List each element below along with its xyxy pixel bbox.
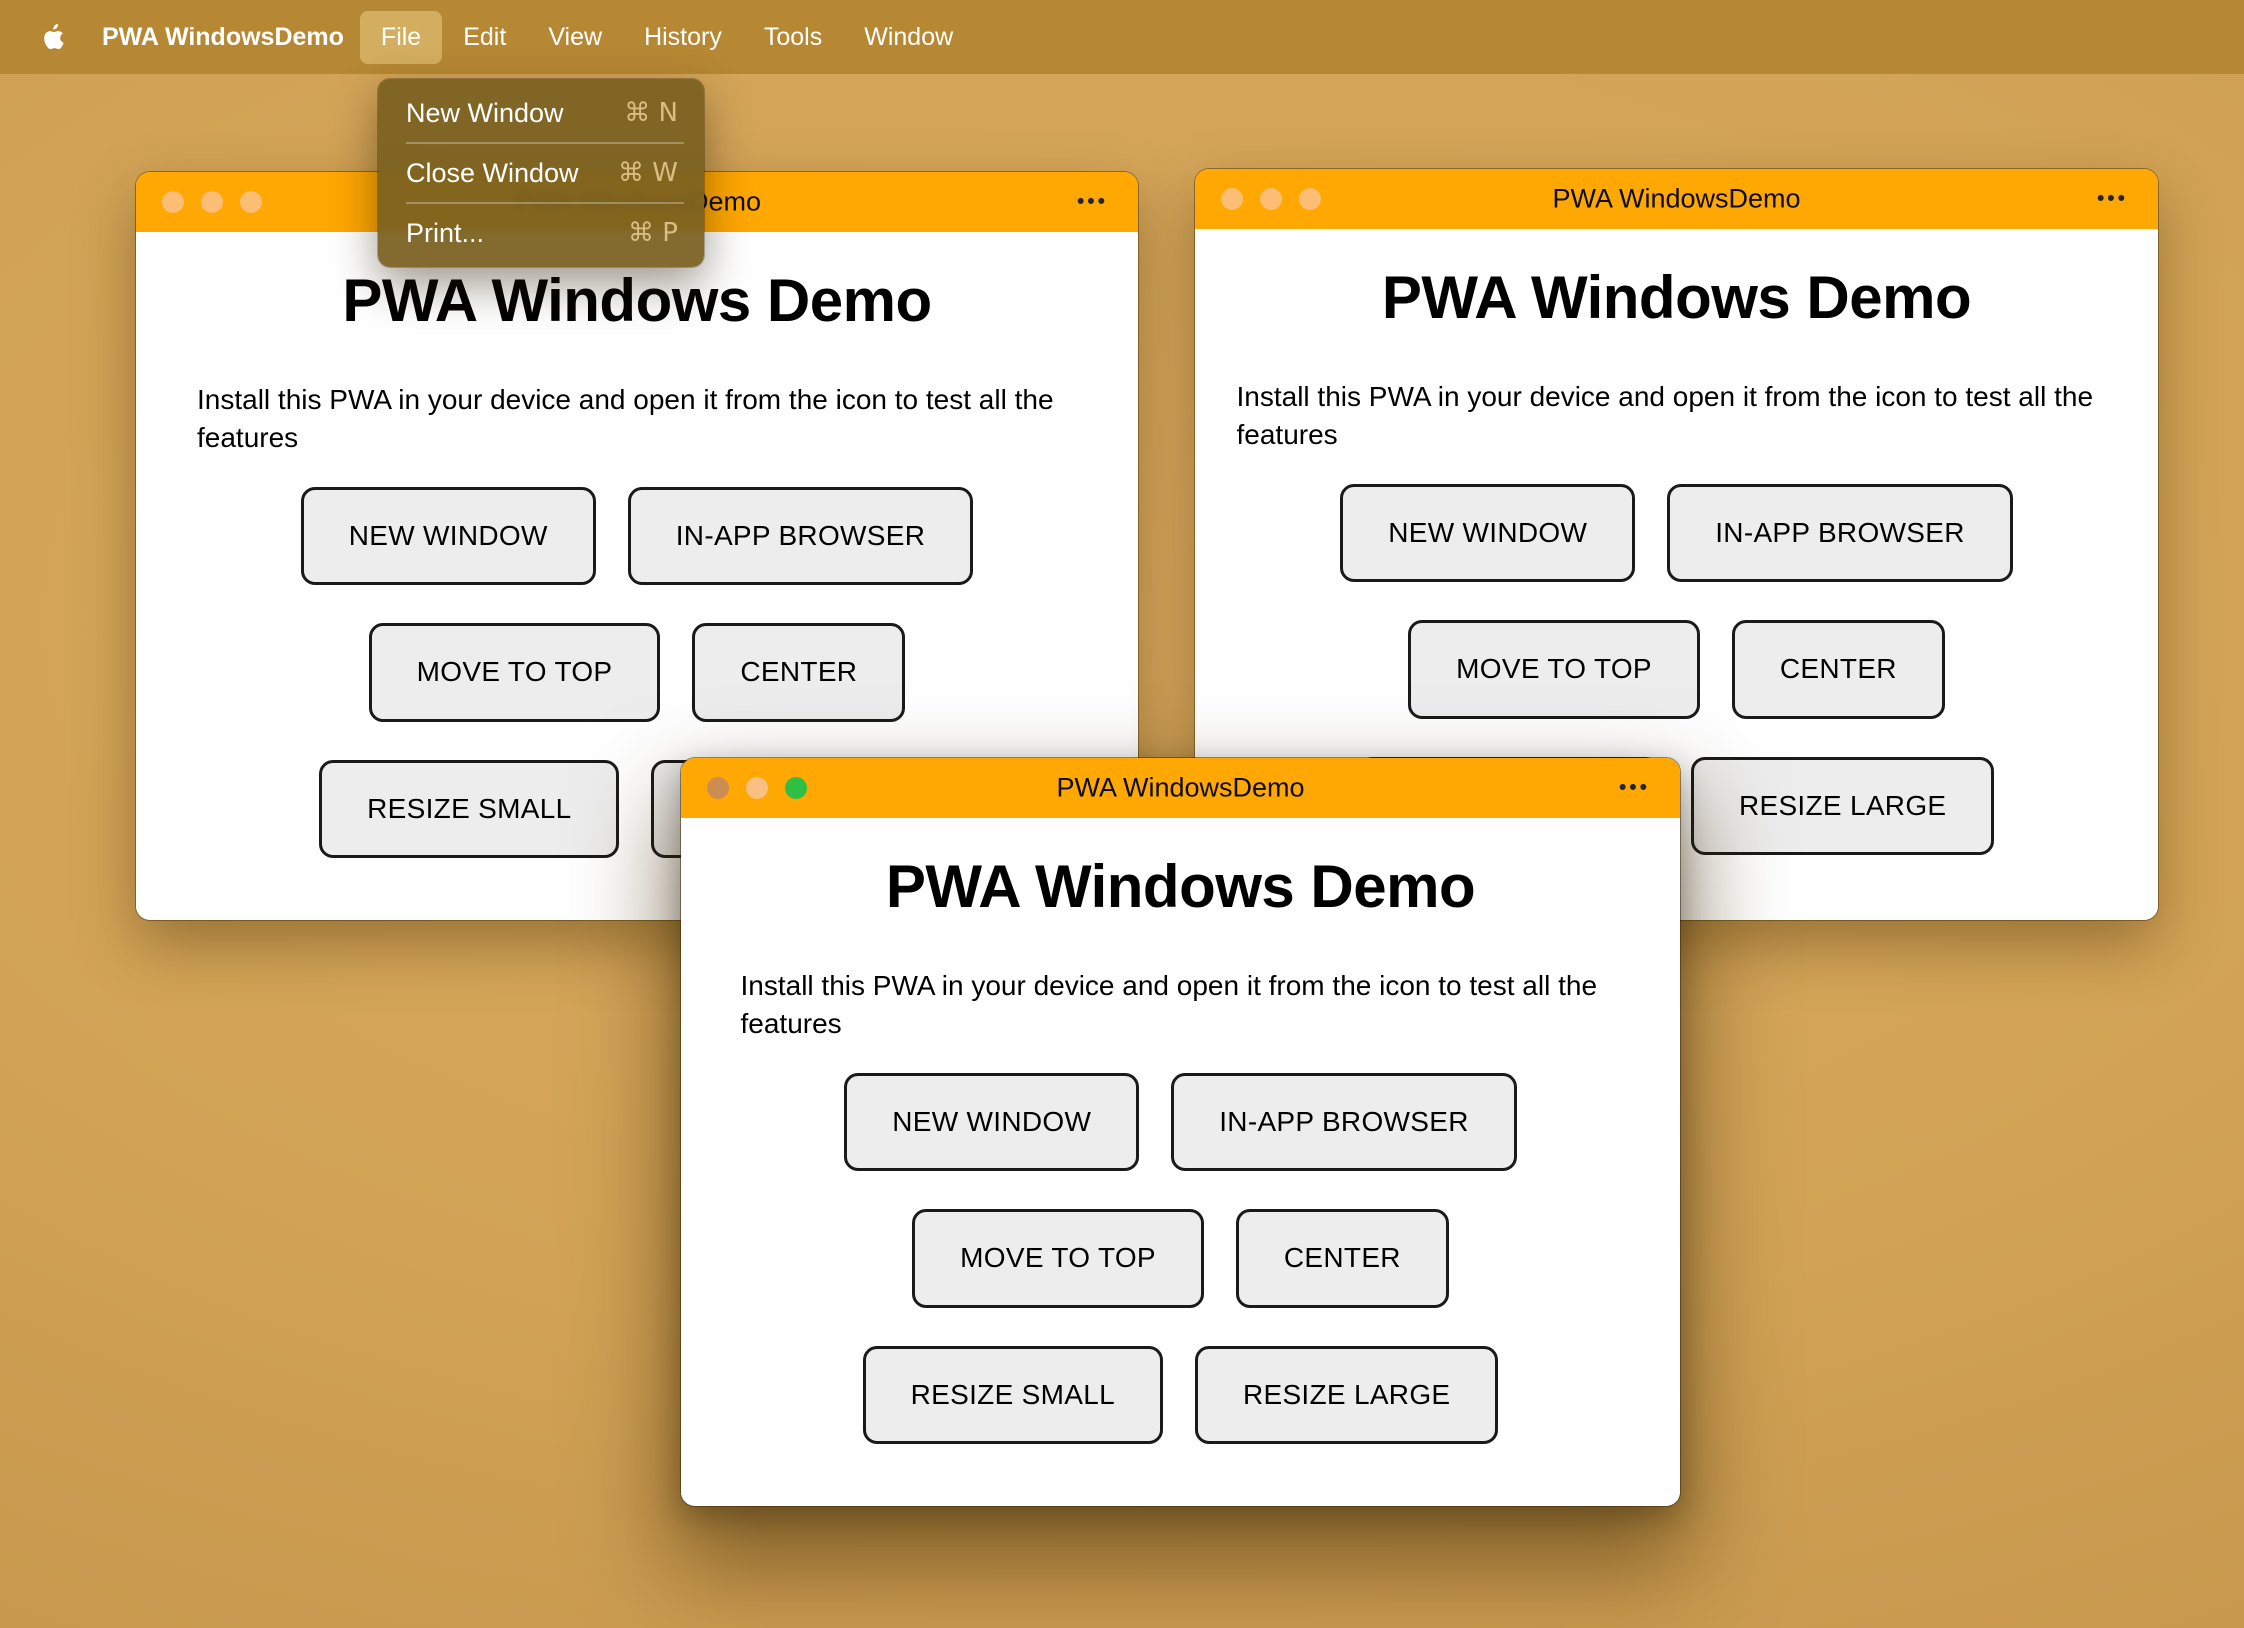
menu-bar-item-view[interactable]: View [527,11,623,64]
in-app-browser-button[interactable]: IN-APP BROWSER [1171,1073,1517,1172]
center-button[interactable]: CENTER [1235,1209,1449,1308]
apple-menu-icon[interactable] [40,22,66,52]
file-menu-item-close-window[interactable]: Close Window ⌘ W [378,146,704,200]
resize-large-button[interactable]: RESIZE LARGE [1194,1345,1499,1444]
file-menu-item-new-window[interactable]: New Window ⌘ N [378,86,704,140]
menu-item-shortcut: ⌘ W [618,158,678,188]
page-description: Install this PWA in your device and open… [197,384,1054,454]
menu-separator [406,202,684,204]
file-menu-dropdown: New Window ⌘ N Close Window ⌘ W Print...… [378,79,704,267]
menu-item-label: New Window [406,97,564,128]
window-content: PWA Windows Demo Install this PWA in you… [681,818,1680,1506]
window-overflow-menu-icon[interactable]: ••• [1619,776,1650,800]
window-overflow-menu-icon[interactable]: ••• [1077,190,1108,214]
page-title: PWA Windows Demo [885,853,1476,920]
menu-bar-item-history[interactable]: History [623,11,743,64]
page-title: PWA Windows Demo [1381,264,1972,331]
menu-bar-app-name[interactable]: PWA WindowsDemo [102,23,344,52]
menu-item-shortcut: ⌘ P [628,218,678,248]
window-titlebar[interactable]: PWA WindowsDemo ••• [681,758,1680,818]
window-overflow-menu-icon[interactable]: ••• [2097,187,2128,211]
menu-separator [406,142,684,144]
window-titlebar[interactable]: PWA WindowsDemo ••• [1195,169,2158,229]
page-description: Install this PWA in your device and open… [1236,381,2094,451]
center-button[interactable]: CENTER [1731,620,1945,719]
menu-bar: PWA WindowsDemo File Edit View History T… [0,0,2244,74]
move-to-top-button[interactable]: MOVE TO TOP [912,1209,1204,1308]
menu-bar-item-tools[interactable]: Tools [743,11,843,64]
new-window-button[interactable]: NEW WINDOW [844,1073,1140,1172]
page-description: Install this PWA in your device and open… [740,970,1598,1040]
resize-small-button[interactable]: RESIZE SMALL [862,1345,1163,1444]
window-title: PWA WindowsDemo [1552,183,1801,214]
move-to-top-button[interactable]: MOVE TO TOP [1408,620,1700,719]
button-grid: NEW WINDOW IN-APP BROWSER MOVE TO TOP CE… [681,1073,1680,1444]
resize-large-button[interactable]: RESIZE LARGE [1690,756,1995,855]
menu-bar-item-file[interactable]: File [359,10,443,64]
window-front: PWA WindowsDemo ••• PWA Windows Demo Ins… [681,758,1680,1506]
in-app-browser-button[interactable]: IN-APP BROWSER [627,487,974,586]
menu-bar-item-window[interactable]: Window [843,11,974,64]
window-title: PWA WindowsDemo [1056,772,1305,803]
file-menu-item-print[interactable]: Print... ⌘ P [378,206,704,260]
menu-bar-item-edit[interactable]: Edit [442,11,527,64]
resize-small-button[interactable]: RESIZE SMALL [319,759,620,858]
menu-item-label: Print... [406,217,485,248]
new-window-button[interactable]: NEW WINDOW [300,487,596,586]
menu-item-label: Close Window [406,157,579,188]
move-to-top-button[interactable]: MOVE TO TOP [368,623,661,722]
menu-item-shortcut: ⌘ N [624,98,678,128]
new-window-button[interactable]: NEW WINDOW [1340,484,1636,583]
center-button[interactable]: CENTER [692,623,906,722]
page-title: PWA Windows Demo [342,267,932,334]
in-app-browser-button[interactable]: IN-APP BROWSER [1667,484,2013,583]
